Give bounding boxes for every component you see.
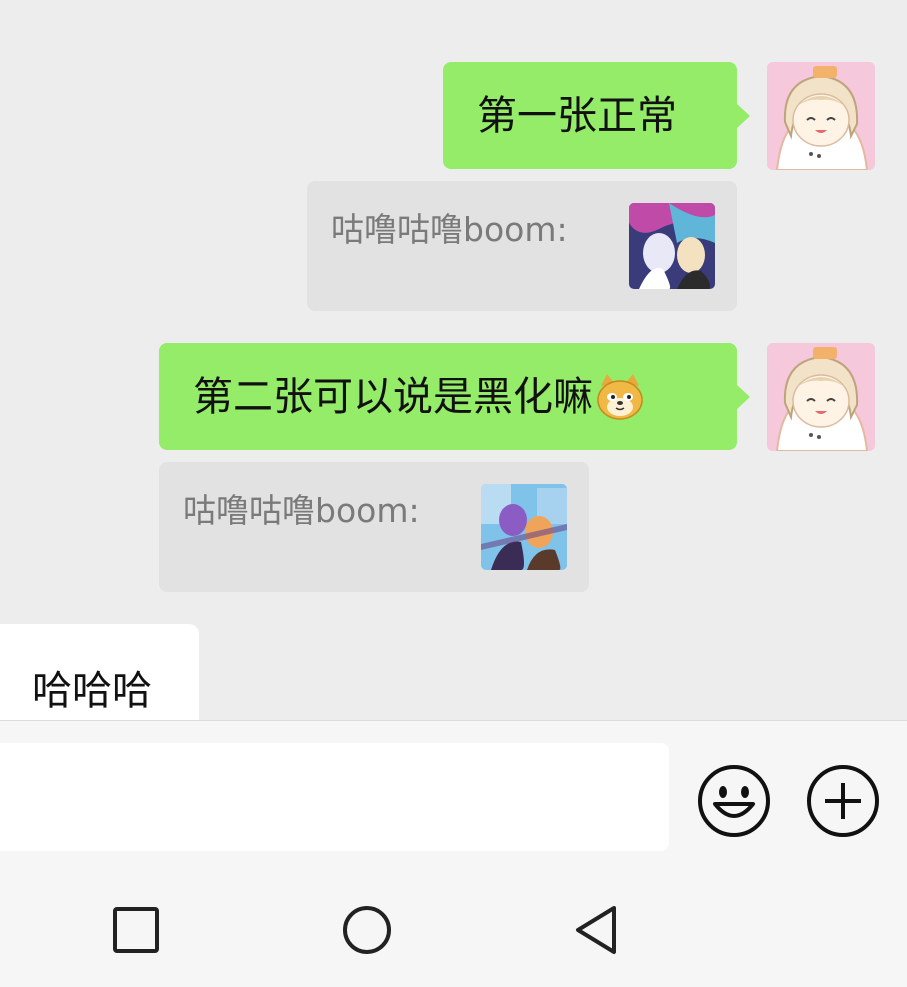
anime-image-thumbnail-icon[interactable] bbox=[481, 484, 567, 570]
recent-apps-button[interactable] bbox=[112, 906, 160, 958]
message-input[interactable] bbox=[0, 743, 669, 851]
thumbnail-image bbox=[481, 484, 567, 570]
chat-area[interactable]: 第一张正常 咕噜咕噜boom: 第二张可以说是黑化嘛 咕噜咕噜boom: 哈哈哈 bbox=[0, 0, 907, 720]
quoted-message[interactable]: 咕噜咕噜boom: bbox=[159, 462, 589, 592]
anime-image-thumbnail-icon[interactable] bbox=[629, 203, 715, 289]
message-text: 第一张正常 bbox=[477, 92, 677, 139]
smiley-icon bbox=[698, 765, 770, 837]
doge-emoji-icon bbox=[595, 372, 645, 422]
outgoing-message[interactable]: 第二张可以说是黑化嘛 bbox=[159, 343, 750, 450]
plus-button[interactable] bbox=[806, 764, 880, 838]
circle-home-icon bbox=[343, 906, 391, 954]
quoted-sender: 咕噜咕噜boom: bbox=[183, 491, 420, 530]
system-navigation-bar bbox=[0, 858, 907, 987]
plus-circle-icon bbox=[807, 765, 879, 837]
home-button[interactable] bbox=[341, 904, 393, 960]
outgoing-message[interactable]: 第一张正常 bbox=[443, 62, 750, 169]
quoted-message[interactable]: 咕噜咕噜boom: bbox=[307, 181, 737, 311]
thumbnail-image bbox=[629, 203, 715, 289]
back-button[interactable] bbox=[572, 904, 620, 960]
incoming-message[interactable]: 哈哈哈 bbox=[0, 624, 199, 720]
avatar-anime-girl-icon bbox=[767, 343, 875, 451]
avatar-anime-girl-icon bbox=[767, 62, 875, 170]
square-recent-icon bbox=[113, 907, 159, 953]
avatar[interactable] bbox=[767, 62, 875, 170]
message-text: 哈哈哈 bbox=[32, 668, 152, 714]
message-text: 第二张可以说是黑化嘛 bbox=[193, 373, 593, 420]
avatar[interactable] bbox=[767, 343, 875, 451]
quoted-sender: 咕噜咕噜boom: bbox=[331, 210, 568, 249]
emoji-button[interactable] bbox=[697, 764, 771, 838]
triangle-back-icon bbox=[576, 906, 616, 954]
